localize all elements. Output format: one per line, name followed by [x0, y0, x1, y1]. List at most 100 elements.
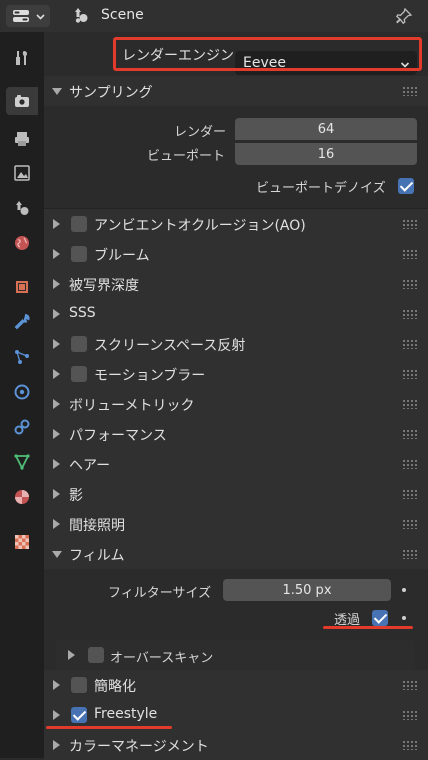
- tab-constraints[interactable]: [6, 413, 38, 441]
- tab-world[interactable]: [6, 229, 38, 257]
- keyframe-dot-icon[interactable]: [402, 588, 406, 592]
- panel-title-sss: SSS: [69, 305, 96, 321]
- panel-volumetrics-header[interactable]: ボリューメトリック: [44, 389, 428, 419]
- expand-right-icon: [53, 249, 60, 259]
- drag-handle-icon[interactable]: [402, 489, 418, 499]
- expand-right-icon: [53, 459, 60, 469]
- panel-ao-header[interactable]: アンビエントオクルージョン(AO): [44, 209, 428, 239]
- panel-bloom-header[interactable]: ブルーム: [44, 239, 428, 269]
- tab-texture[interactable]: [6, 528, 38, 556]
- drag-handle-icon[interactable]: [402, 429, 418, 439]
- tab-material[interactable]: [6, 483, 38, 511]
- tab-render[interactable]: [6, 87, 38, 115]
- drag-handle-icon[interactable]: [402, 740, 418, 750]
- checker-texture-icon: [13, 533, 31, 551]
- drag-handle-icon[interactable]: [402, 369, 418, 379]
- expand-right-icon: [53, 279, 60, 289]
- panel-hair-header[interactable]: ヘアー: [44, 449, 428, 479]
- freestyle-underline: [46, 726, 172, 729]
- panel-title-volumetrics: ボリューメトリック: [69, 398, 195, 414]
- tab-tool[interactable]: [6, 44, 38, 72]
- world-icon: [13, 234, 31, 252]
- drag-handle-icon[interactable]: [402, 519, 418, 529]
- panel-simplify-header[interactable]: 簡略化: [44, 670, 428, 700]
- panel-color-management-header[interactable]: カラーマネージメント: [44, 730, 428, 760]
- viewport-denoise-checkbox[interactable]: [398, 178, 414, 194]
- keyframe-dot-icon[interactable]: [402, 616, 406, 620]
- drag-handle-icon[interactable]: [402, 339, 418, 349]
- scene-icon: [72, 6, 90, 24]
- panel-title-indirect: 間接照明: [69, 518, 125, 534]
- tab-output[interactable]: [6, 125, 38, 153]
- panel-performance-header[interactable]: パフォーマンス: [44, 419, 428, 449]
- panel-motion-blur-header[interactable]: モーションブラー: [44, 359, 428, 389]
- expand-right-icon: [53, 369, 60, 379]
- panel-film-header[interactable]: フィルム: [44, 539, 428, 569]
- panel-title-sampling: サンプリング: [69, 85, 153, 101]
- tab-physics[interactable]: [6, 378, 38, 406]
- panel-ssr-header[interactable]: スクリーンスペース反射: [44, 329, 428, 359]
- expand-down-icon: [52, 88, 62, 95]
- tab-view-layer[interactable]: [6, 159, 38, 187]
- tab-modifiers[interactable]: [6, 308, 38, 336]
- overscan-checkbox[interactable]: [88, 647, 104, 663]
- expand-right-icon: [53, 740, 60, 750]
- panel-title-freestyle: Freestyle: [94, 706, 158, 722]
- expand-right-icon: [53, 339, 60, 349]
- tab-object[interactable]: [6, 273, 38, 301]
- panel-sss-header[interactable]: SSS: [44, 299, 428, 329]
- filter-size-field[interactable]: 1.50 px: [223, 579, 391, 601]
- panel-dof-header[interactable]: 被写界深度: [44, 269, 428, 299]
- expand-right-icon: [53, 219, 60, 229]
- drag-handle-icon[interactable]: [402, 309, 418, 319]
- drag-handle-icon[interactable]: [402, 219, 418, 229]
- tool-icon: [13, 49, 31, 67]
- drag-handle-icon[interactable]: [402, 279, 418, 289]
- panel-sampling-header[interactable]: サンプリング: [44, 76, 428, 106]
- motion-blur-checkbox[interactable]: [71, 366, 87, 382]
- tab-scene[interactable]: [6, 194, 38, 222]
- scene-title: Scene: [101, 7, 144, 23]
- constraint-icon: [13, 418, 31, 436]
- render-engine-highlight: [113, 37, 422, 71]
- particles-icon: [13, 348, 31, 366]
- subpanel-title-overscan: オーバースキャン: [110, 651, 214, 666]
- tab-particles[interactable]: [6, 343, 38, 371]
- expand-right-icon: [53, 309, 60, 319]
- drag-handle-icon[interactable]: [402, 249, 418, 259]
- expand-right-icon: [68, 650, 75, 660]
- physics-icon: [13, 383, 31, 401]
- expand-down-icon: [52, 551, 62, 558]
- drag-handle-icon[interactable]: [402, 680, 418, 690]
- panel-title-ssr: スクリーンスペース反射: [94, 338, 246, 354]
- pin-icon[interactable]: [395, 7, 413, 25]
- filter-size-value: 1.50 px: [282, 582, 332, 598]
- simplify-checkbox[interactable]: [71, 677, 87, 693]
- render-camera-icon: [13, 92, 31, 110]
- properties-header: Scene: [0, 0, 428, 32]
- ao-checkbox[interactable]: [71, 216, 87, 232]
- render-samples-value: 64: [317, 121, 335, 137]
- panel-title-color-management: カラーマネージメント: [69, 739, 209, 755]
- drag-handle-icon[interactable]: [402, 86, 418, 96]
- properties-tabs: [0, 32, 44, 758]
- material-icon: [13, 488, 31, 506]
- editor-type-button[interactable]: [6, 5, 50, 27]
- bloom-checkbox[interactable]: [71, 246, 87, 262]
- subpanel-overscan-header[interactable]: オーバースキャン: [56, 640, 414, 670]
- drag-handle-icon[interactable]: [402, 459, 418, 469]
- freestyle-checkbox[interactable]: [71, 707, 87, 723]
- viewport-samples-field[interactable]: 16: [235, 142, 417, 165]
- transparent-checkbox[interactable]: [372, 610, 388, 626]
- panel-shadows-header[interactable]: 影: [44, 479, 428, 509]
- drag-handle-icon[interactable]: [402, 399, 418, 409]
- render-samples-field[interactable]: 64: [235, 118, 417, 140]
- panel-title-hair: ヘアー: [69, 458, 111, 474]
- panel-indirect-header[interactable]: 間接照明: [44, 509, 428, 539]
- ssr-checkbox[interactable]: [71, 336, 87, 352]
- tab-data[interactable]: [6, 448, 38, 476]
- expand-right-icon: [53, 429, 60, 439]
- drag-handle-icon[interactable]: [402, 549, 418, 559]
- drag-handle-icon[interactable]: [402, 710, 418, 720]
- panel-title-simplify: 簡略化: [94, 679, 136, 695]
